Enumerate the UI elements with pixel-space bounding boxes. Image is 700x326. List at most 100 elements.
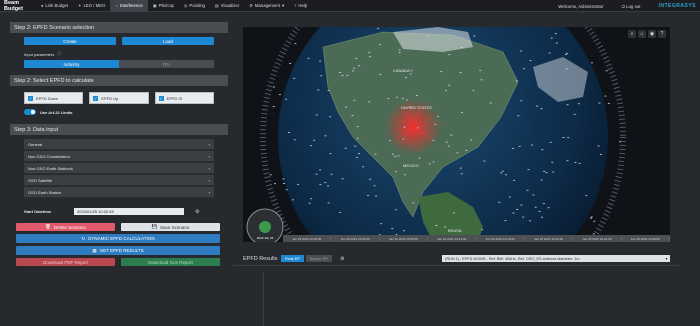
satellite-marker xyxy=(512,212,515,214)
scenario-actions: 🗑 Delete Scenario 💾 Save Scenario xyxy=(10,223,228,231)
satellite-marker xyxy=(498,201,501,203)
satellite-marker xyxy=(388,140,391,141)
satellite-marker xyxy=(445,90,448,92)
satellite-marker xyxy=(327,202,330,204)
industry-option[interactable]: Industry xyxy=(24,60,119,68)
section-label: GSO Earth Station xyxy=(28,189,62,195)
timeline-tick: Jan 25 2023 10:20:00 xyxy=(525,236,574,241)
satellite-marker xyxy=(403,174,406,176)
epfd-down-checkbox[interactable]: ✓ EPFD Down xyxy=(24,92,84,104)
satellite-marker xyxy=(574,162,577,163)
create-button[interactable]: Create xyxy=(24,37,116,45)
target-icon: ◎ xyxy=(183,3,188,8)
nav-item-help[interactable]: ? Help xyxy=(289,0,312,12)
satellite-marker xyxy=(273,86,275,88)
satellite-marker xyxy=(448,54,451,56)
nav-item-leo-meo[interactable]: ✦ LEO / MEO xyxy=(73,0,110,12)
run-select[interactable]: [RUN 1] - EPFD DOWN - Ref. BW: 40kHz, Re… xyxy=(442,255,671,262)
info-icon[interactable]: ⓘ xyxy=(57,51,61,57)
globe-svg[interactable]: UNITED STATES MEXICO CANADA BRASIL 2023 … xyxy=(243,27,670,242)
animation-clock-widget[interactable]: 2023 Jan 25 xyxy=(246,208,284,242)
satellite-marker xyxy=(427,35,430,37)
nav-item-interference[interactable]: ⌁ Interference xyxy=(110,0,148,12)
play-icon[interactable] xyxy=(259,221,271,233)
input-params-label: Input parameters xyxy=(24,51,55,57)
satellite-marker xyxy=(380,223,383,225)
gear-icon[interactable]: ⚙ xyxy=(340,256,344,262)
satellite-marker xyxy=(272,106,275,107)
nav-item-pointing[interactable]: ◎ Pointing xyxy=(179,0,210,12)
satellite-marker xyxy=(541,216,544,218)
satellite-marker xyxy=(562,137,565,138)
left-panel: Step 2: EPFD Scenario selection Create L… xyxy=(10,22,228,326)
satellite-marker xyxy=(545,172,548,174)
satellite-marker xyxy=(534,206,537,208)
map-label-canada: CANADA xyxy=(393,68,410,73)
nav-item-management[interactable]: ⚙ Management ▾ xyxy=(244,0,289,12)
logout-label: Log out xyxy=(626,3,641,9)
section-general[interactable]: General › xyxy=(24,139,214,150)
satellite-marker xyxy=(432,139,435,141)
section-nongso-earth-stations[interactable]: Non-GSO Earth Station/s › xyxy=(24,163,214,174)
section-nongso-constellation[interactable]: Non-GSO Constellation › xyxy=(24,151,214,162)
start-datetime-row: Start Datetime 2023/01/25 10:02:45 ⚙ xyxy=(24,208,228,215)
satellite-marker xyxy=(508,196,511,198)
epfd-is-checkbox[interactable]: ✓ EPFD IS xyxy=(154,92,214,104)
nav-item-label: Interference xyxy=(119,3,143,8)
satellite-marker xyxy=(600,153,602,155)
satellite-marker xyxy=(355,156,358,158)
globe-viewer[interactable]: UNITED STATES MEXICO CANADA BRASIL 2023 … xyxy=(243,27,670,242)
map-label-brasil: BRASIL xyxy=(448,228,463,233)
gear-icon[interactable]: ⚙ xyxy=(195,209,199,215)
save-scenario-button[interactable]: 💾 Save Scenario xyxy=(121,223,220,231)
section-gso-earth-station[interactable]: GSO Earth Station › xyxy=(24,187,214,198)
company-logo: INTEGRASYS xyxy=(658,3,696,9)
map-control-2[interactable]: ◉ xyxy=(648,30,656,38)
download-xls-button[interactable]: Download XLS Report xyxy=(121,258,220,266)
section-label: General xyxy=(28,141,43,147)
satellite-marker xyxy=(319,60,322,62)
tab-summ-ep[interactable]: Summ. EP xyxy=(305,255,332,262)
map-control-0[interactable]: ⌕ xyxy=(628,30,636,38)
load-button[interactable]: Load xyxy=(122,37,214,45)
logout-link[interactable]: ⏻ Log out xyxy=(622,4,641,9)
dynamic-epfd-button[interactable]: ↻ DYNAMIC EPFD CALCULATION xyxy=(16,234,220,243)
start-datetime-input[interactable]: 2023/01/25 10:02:45 xyxy=(74,208,184,215)
satellite-marker xyxy=(504,220,507,222)
download-pdf-label: Download PDF Report xyxy=(42,259,89,265)
map-control-3[interactable]: ? xyxy=(658,30,666,38)
satellite-marker xyxy=(356,137,359,139)
epfd-up-checkbox[interactable]: ✓ EPFD Up xyxy=(89,92,149,104)
map-control-1[interactable]: ⌂ xyxy=(638,30,646,38)
satellite-marker xyxy=(479,69,482,71)
satellite-marker xyxy=(410,70,413,72)
satellite-marker xyxy=(555,42,558,44)
nav-item-link-budget[interactable]: ● Link Budget xyxy=(36,0,73,12)
itu-option[interactable]: ITU xyxy=(119,60,214,68)
get-results-button[interactable]: ▦ GET EPFD RESULTS xyxy=(16,246,220,255)
nav-item-visualizer[interactable]: ▤ Visualizer xyxy=(210,0,244,12)
satellite-marker xyxy=(282,178,285,180)
satellite-marker xyxy=(554,33,557,35)
question-icon: ? xyxy=(294,3,297,8)
download-pdf-button[interactable]: Download PDF Report xyxy=(16,258,115,266)
satellite-marker xyxy=(515,80,518,82)
nav-item-pfeicop[interactable]: ▣ PfeiCop xyxy=(148,0,179,12)
satellite-marker xyxy=(317,89,320,91)
satellite-marker xyxy=(536,105,539,107)
section-gso-satellite[interactable]: GSO Satellite › xyxy=(24,175,214,186)
tab-peak-ep[interactable]: Peak EP xyxy=(281,255,304,262)
timeline-bar[interactable]: Jan 25 2023 10:00:00 Jan 25 2023 10:04:00… xyxy=(283,235,670,242)
satellite-marker xyxy=(308,202,311,204)
satellite-marker xyxy=(450,134,453,136)
satellite-marker xyxy=(549,141,552,143)
delete-scenario-button[interactable]: 🗑 Delete Scenario xyxy=(16,223,115,231)
satellite-marker xyxy=(513,179,515,181)
satellite-marker xyxy=(403,126,406,128)
satellite-marker xyxy=(593,220,596,222)
satellite-marker xyxy=(377,27,379,29)
chart-icon: ▤ xyxy=(214,3,219,8)
satellite-marker xyxy=(529,60,532,62)
art22-toggle[interactable] xyxy=(24,109,36,115)
app-brand[interactable]: Beam Budget xyxy=(0,0,36,12)
